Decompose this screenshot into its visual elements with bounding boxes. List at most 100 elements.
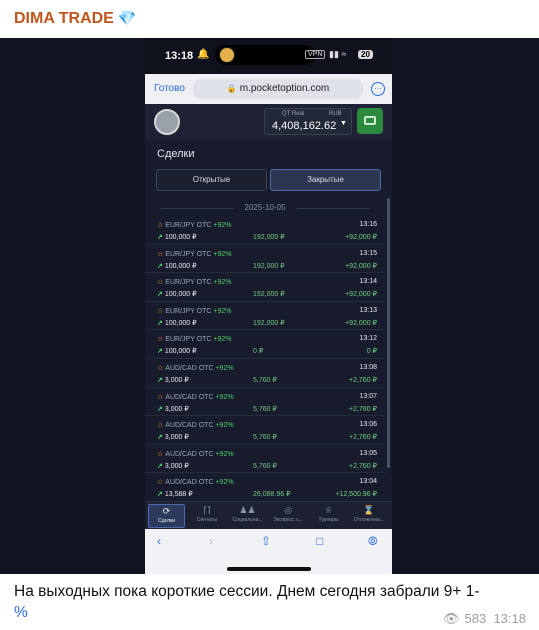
bottom-tab-label: Сделки (157, 518, 176, 524)
bottom-tab[interactable]: ⌈⌉ Сигналы (189, 504, 226, 528)
pair-name: EUR/JPY OTC (165, 336, 212, 344)
trade-time: 13:12 (359, 335, 377, 343)
pair-percent: +92% (215, 364, 234, 372)
trade-row[interactable]: ☆ EUR/JPY OTC +92% 13:13 ↗ 100,000 ₽ 192,000 … (145, 302, 385, 331)
scrollbar[interactable] (387, 198, 390, 468)
ios-status-bar: 13:18 🔔 VPN ▮▮ ≈ 20 (145, 38, 392, 74)
battery-level: 20 (358, 50, 373, 59)
trade-pair: ☆ AUD/CAD OTC +92% (157, 364, 234, 372)
trade-time: 13:15 (359, 249, 377, 257)
pair-name: EUR/JPY OTC (165, 279, 212, 287)
compass-icon[interactable]: ⦾ (368, 534, 378, 549)
pair-percent: +92% (215, 450, 234, 458)
bookmarks-icon[interactable]: □ (316, 534, 323, 548)
pair-name: AUD/CAD OTC (165, 364, 214, 372)
caret-down-icon: ▼ (340, 120, 347, 127)
trade-time: 13:16 (359, 221, 377, 228)
bottom-tab[interactable]: ◎ Экспресс с... (270, 504, 307, 528)
date-label: 2025-10-05 (244, 203, 286, 212)
bottom-tab[interactable]: ♕ Турниры (310, 504, 347, 528)
account-balance: 4,408,162.62 (272, 120, 337, 132)
user-avatar[interactable] (154, 109, 180, 135)
channel-name-text: DIMA TRADE (14, 10, 114, 27)
star-icon[interactable]: ☆ (157, 251, 163, 258)
trade-stake: ↗ 3,000 ₽ (157, 433, 189, 441)
stake-value: 100,000 ₽ (164, 348, 197, 356)
trade-pair: ☆ AUD/CAD OTC +92% (157, 393, 234, 401)
arrow-up-icon: ↗ (157, 462, 163, 470)
stake-value: 13,588 ₽ (164, 491, 193, 499)
trade-stake: ↗ 100,000 ₽ (157, 347, 197, 355)
account-bar: QT Real RUB 4,408,162.62 ▼ (145, 104, 392, 140)
arrow-up-icon: ↗ (157, 234, 163, 241)
done-button[interactable]: Готово (154, 83, 185, 94)
pair-name: EUR/JPY OTC (165, 222, 212, 229)
star-icon[interactable]: ☆ (157, 479, 163, 486)
trade-row[interactable]: ☆ AUD/CAD OTC +92% 13:06 ↗ 3,000 ₽ 5,760 ₽ +2,… (145, 416, 385, 445)
trade-time: 13:06 (359, 421, 377, 429)
url-text: m.pocketoption.com (239, 83, 330, 94)
trade-time: 13:07 (359, 392, 377, 400)
channel-name[interactable]: DIMA TRADE 💎 (14, 9, 137, 28)
trade-pair: ☆ AUD/CAD OTC +92% (157, 421, 234, 429)
wallet-button[interactable] (357, 108, 383, 134)
divider-line (297, 208, 369, 209)
trade-payout: 192,000 ₽ (253, 291, 285, 299)
star-icon[interactable]: ☆ (157, 279, 163, 286)
star-icon[interactable]: ☆ (157, 422, 163, 429)
arrow-up-icon: ↗ (157, 262, 163, 270)
account-type: QT Real (282, 111, 305, 117)
trade-row[interactable]: ☆ EUR/JPY OTC +92% 13:14 ↗ 100,000 ₽ 192,000 … (145, 273, 385, 302)
views-count: 583 (464, 611, 487, 626)
trade-row[interactable]: ☆ EUR/JPY OTC +92% 13:15 ↗ 100,000 ₽ 192,000 … (145, 245, 385, 274)
wallet-icon (364, 116, 376, 125)
trade-row[interactable]: ☆ EUR/JPY OTC +92% 13:12 ↗ 100,000 ₽ 0 ₽ 0 ₽ (145, 330, 385, 359)
trade-profit: +2,760 ₽ (348, 405, 377, 413)
target-icon: ◎ (284, 505, 292, 515)
trade-payout: 5,760 ₽ (253, 462, 277, 470)
bottom-tab[interactable]: ⌛ Отложенна... (351, 504, 388, 528)
trade-profit: +92,000 ₽ (345, 262, 377, 270)
star-icon[interactable]: ☆ (157, 394, 163, 401)
trade-row[interactable]: ☆ AUD/CAD OTC +92% 13:05 ↗ 3,000 ₽ 5,760 ₽ +2,… (145, 445, 385, 474)
trade-row[interactable]: ☆ AUD/CAD OTC +92% 13:07 ↗ 3,000 ₽ 5,760 ₽ +2,… (145, 388, 385, 417)
bottom-tab[interactable]: ♟♟ Социальна... (229, 504, 266, 528)
history-icon: ⟳ (162, 506, 171, 516)
star-icon[interactable]: ☆ (157, 365, 163, 372)
pair-percent: +92% (213, 222, 232, 229)
star-icon[interactable]: ☆ (157, 308, 163, 315)
tab-open-trades[interactable]: Открытые (156, 169, 267, 191)
star-icon[interactable]: ☆ (157, 451, 163, 458)
back-icon[interactable]: ‹ (157, 534, 161, 548)
eye-icon: 👁 (443, 611, 460, 626)
bottom-tab[interactable]: ⟳ Сделки (148, 504, 185, 528)
trade-profit: +92,000 ₽ (345, 291, 377, 299)
post-photo[interactable]: 13:18 🔔 VPN ▮▮ ≈ 20 Готово 🔒 m.pocketopti… (0, 38, 539, 574)
stake-value: 100,000 ₽ (164, 234, 197, 241)
pair-percent: +92% (215, 479, 234, 487)
balance-selector[interactable]: QT Real RUB 4,408,162.62 ▼ (264, 108, 352, 135)
trade-row[interactable]: ☆ EUR/JPY OTC +92% 13:16 ↗ 100,000 ₽ 192,000 … (145, 216, 385, 245)
signal-wifi-icon: ▮▮ ≈ (329, 49, 347, 59)
bottom-tab-label: Турниры (318, 517, 339, 523)
trade-profit: +12,500.96 ₽ (335, 491, 377, 499)
stake-value: 100,000 ₽ (164, 262, 197, 270)
star-icon[interactable]: ☆ (157, 222, 163, 229)
status-time: 13:18 (165, 50, 194, 62)
more-icon[interactable]: ··· (371, 82, 385, 96)
trade-payout: 192,000 ₽ (253, 262, 285, 270)
trade-row[interactable]: ☆ AUD/CAD OTC +92% 13:04 ↗ 13,588 ₽ 26,088.96… (145, 473, 385, 502)
stake-value: 3,000 ₽ (164, 462, 189, 470)
forward-icon[interactable]: › (209, 534, 213, 548)
pair-name: AUD/CAD OTC (165, 393, 214, 401)
url-field[interactable]: 🔒 m.pocketoption.com (193, 79, 363, 99)
account-currency: RUB (329, 111, 342, 117)
post-caption: На выходных пока короткие сессии. Днем с… (14, 581, 514, 623)
tab-closed-trades[interactable]: Закрытые (270, 169, 381, 191)
share-icon[interactable]: ⇧ (261, 534, 271, 548)
bottom-tab-label: Отложенна... (353, 517, 385, 523)
star-icon[interactable]: ☆ (157, 336, 163, 343)
home-indicator (227, 567, 311, 571)
trade-payout: 192,000 ₽ (253, 234, 285, 241)
trade-row[interactable]: ☆ AUD/CAD OTC +92% 13:08 ↗ 3,000 ₽ 5,760 ₽ +2,… (145, 359, 385, 388)
